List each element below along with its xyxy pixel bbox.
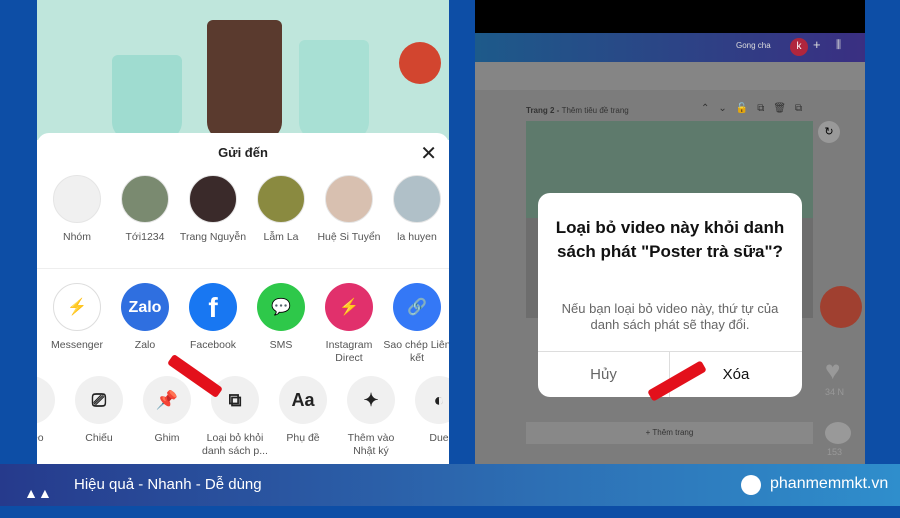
dialog-message: Nếu bạn loại bỏ video này, thứ tự của da… (561, 301, 779, 332)
share-app-messenger[interactable]: ⚡ Messenger (43, 283, 111, 352)
action-label: Chiếu (85, 432, 113, 444)
action-label: Thêm vào Nhật ký (347, 432, 395, 457)
page-title-input[interactable]: Thêm tiêu đề trang (562, 106, 629, 115)
app-label: Instagram Direct (325, 339, 373, 364)
drink-image (112, 55, 182, 140)
toolbar (475, 62, 865, 90)
action-download[interactable]: ⤓ video (37, 376, 65, 445)
comment-icon[interactable] (825, 422, 851, 444)
contact-avatar (325, 175, 373, 223)
app-label: Messenger (51, 339, 103, 351)
comment-count: 153 (827, 447, 843, 457)
link-icon: 🔗 (393, 283, 441, 331)
contact-avatar (393, 175, 441, 223)
contact-avatar (121, 175, 169, 223)
contact-item[interactable]: Huệ Si Tuyển (315, 175, 383, 244)
share-screen: Gửi đến ✕ Nhóm Tới1234 Trang Nguyễn Lẫm La H… (37, 0, 449, 464)
action-pin[interactable]: 📌 Ghim (133, 376, 201, 445)
add-page-button[interactable]: + Thêm trang (526, 422, 813, 444)
close-icon[interactable]: ✕ (420, 141, 437, 166)
chart-icon[interactable]: ⫼ (836, 39, 841, 52)
share-app-instagram[interactable]: ⚡ Instagram Direct (315, 283, 383, 365)
avatar[interactable]: k (790, 38, 808, 56)
globe-icon (741, 475, 761, 495)
drink-image (207, 20, 282, 140)
messenger-icon: ⚡ (53, 283, 101, 331)
contact-name: Tới1234 (125, 231, 165, 243)
contact-avatar (53, 175, 101, 223)
contact-item[interactable]: Nhóm (43, 175, 111, 244)
app-label: Zalo (134, 339, 156, 351)
heart-icon[interactable]: ♥ (825, 355, 840, 386)
sparkle-icon: ✦ (347, 376, 395, 424)
app-label: Facebook (189, 339, 237, 351)
page-label: Trang 2 - (526, 106, 562, 115)
action-captions[interactable]: Aa Phụ đề (269, 376, 337, 445)
captions-icon: Aa (279, 376, 327, 424)
contact-name: Lẫm La (263, 231, 299, 243)
video-thumbnail (37, 0, 449, 140)
contact-name: Trang Nguyễn (179, 231, 247, 243)
top-header: Gong cha k + ⫼ (475, 33, 865, 62)
mkt-logo: ▲▲ (24, 485, 52, 501)
contact-item[interactable]: Tới1234 (111, 175, 179, 244)
download-icon: ⤓ (37, 376, 55, 424)
action-label: Phụ đề (286, 432, 320, 444)
share-app-sms[interactable]: 💬 SMS (247, 283, 315, 352)
share-app-facebook[interactable]: f Facebook (179, 283, 247, 352)
app-label: Sao chép Liên kết (383, 339, 449, 364)
sms-icon: 💬 (257, 283, 305, 331)
page-controls[interactable]: ⌃⌄🔓⧉🗑⧉ (701, 103, 811, 114)
action-label: video (37, 432, 44, 444)
contact-avatar (257, 175, 305, 223)
cast-icon: ⎚ (75, 376, 123, 424)
zalo-icon: Zalo (121, 283, 169, 331)
sheet-title: Gửi đến (218, 145, 268, 160)
contact-name: Huệ Si Tuyển (317, 231, 381, 243)
dialog-title: Loại bỏ video này khỏi danh sách phát "P… (555, 218, 785, 261)
action-label: Ghim (154, 432, 180, 444)
action-cast[interactable]: ⎚ Chiếu (65, 376, 133, 445)
action-label: Due (429, 432, 449, 444)
creator-avatar[interactable] (399, 42, 441, 84)
creator-avatar[interactable] (820, 286, 862, 328)
action-sparkle[interactable]: ✦ Thêm vào Nhật ký (337, 376, 405, 458)
share-sheet: Gửi đến ✕ Nhóm Tới1234 Trang Nguyễn Lẫm La H… (37, 133, 449, 464)
page-header: Trang 2 - Thêm tiêu đề trang (526, 106, 629, 115)
share-app-link[interactable]: 🔗 Sao chép Liên kết (383, 283, 449, 365)
like-count: 34 N (825, 387, 845, 397)
action-duet[interactable]: ◐ Due (405, 376, 449, 445)
drink-image (299, 40, 369, 140)
contact-avatar (189, 175, 237, 223)
contact-item[interactable]: la huyen (383, 175, 449, 244)
comment-add-icon[interactable]: ↻ (818, 121, 840, 143)
website[interactable]: phanmemmkt.vn (770, 475, 888, 493)
app-label: SMS (269, 339, 293, 351)
contact-name: la huyen (397, 231, 437, 243)
playlist-icon: ⧉ (211, 376, 259, 424)
footer-banner: ▲▲ Hiệu quả - Nhanh - Dễ dùng phanmemmkt… (0, 464, 900, 506)
remove-video-dialog: Loại bỏ video này khỏi danh sách phát "P… (538, 193, 802, 397)
plus-icon[interactable]: + (813, 37, 821, 52)
facebook-icon: f (189, 283, 237, 331)
contact-item[interactable]: Lẫm La (247, 175, 315, 244)
action-label: Loại bỏ khỏi danh sách p... (202, 432, 268, 457)
contact-item[interactable]: Trang Nguyễn (179, 175, 247, 244)
pin-icon: 📌 (143, 376, 191, 424)
share-app-zalo[interactable]: Zalo Zalo (111, 283, 179, 352)
divider (37, 268, 449, 269)
contact-name: Nhóm (62, 231, 91, 243)
status-bar (475, 0, 865, 33)
slogan: Hiệu quả - Nhanh - Dễ dùng (74, 476, 262, 493)
duet-icon: ◐ (415, 376, 449, 424)
instagram-icon: ⚡ (325, 283, 373, 331)
project-name: Gong cha (736, 41, 771, 50)
